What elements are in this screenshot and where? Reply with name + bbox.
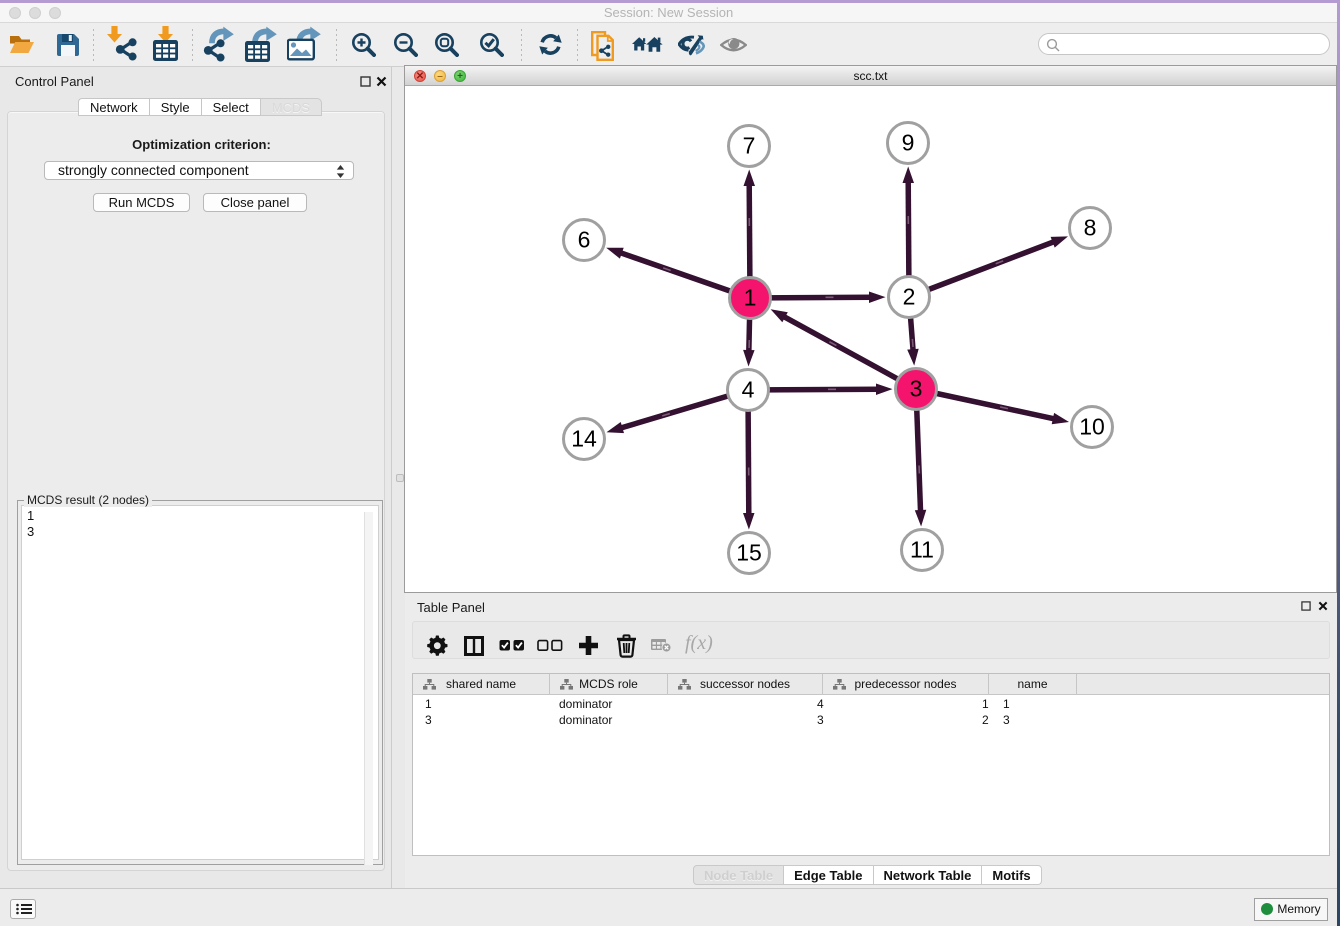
svg-text:10: 10 [1079,414,1105,440]
svg-text:9: 9 [902,130,915,156]
svg-text:2: 2 [903,284,916,310]
svg-text:14: 14 [571,426,597,452]
svg-text:8: 8 [1084,215,1097,241]
svg-text:11: 11 [910,537,934,563]
svg-text:1: 1 [744,285,757,311]
svg-text:15: 15 [736,540,762,566]
svg-text:6: 6 [578,227,591,253]
svg-text:7: 7 [743,133,756,159]
svg-text:3: 3 [910,376,923,402]
svg-text:4: 4 [742,377,755,403]
